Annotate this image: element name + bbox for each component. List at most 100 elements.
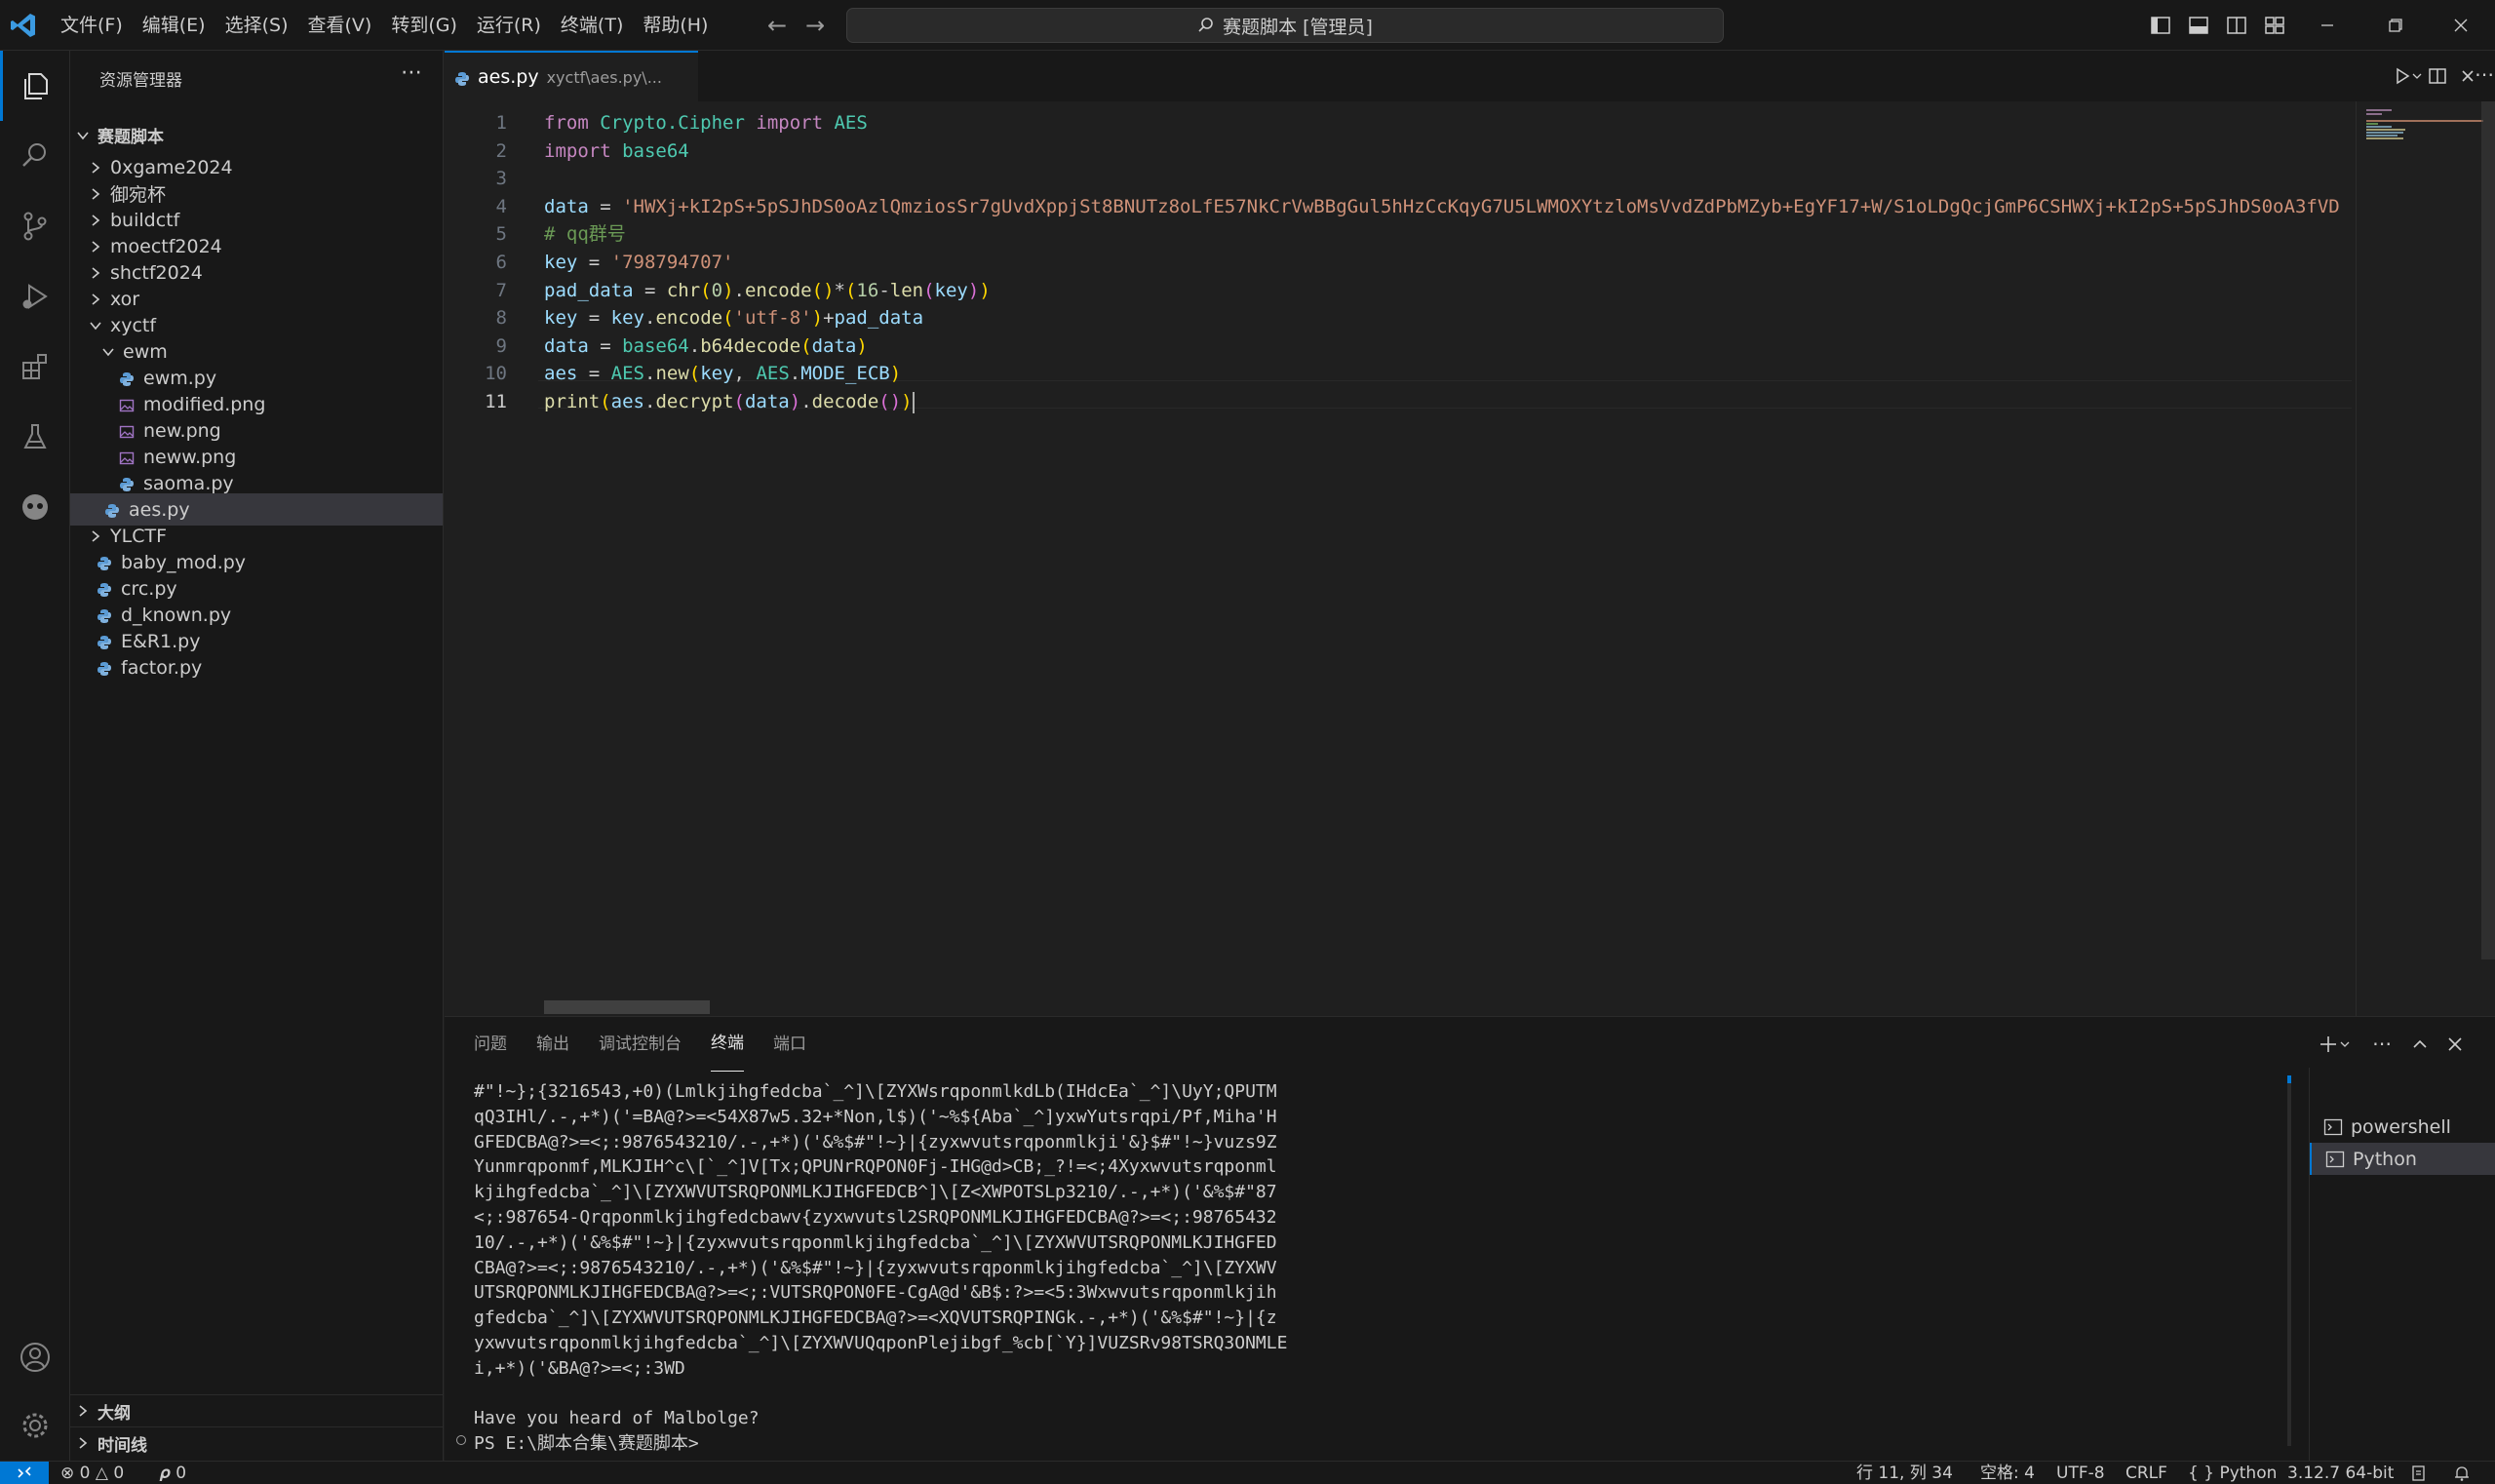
tree-item-label: shctf2024 [110,261,203,284]
terminal-dropdown-chevron-icon[interactable] [2338,1033,2352,1056]
tab-ports[interactable]: 端口 [773,1017,806,1072]
terminal-line: <;:987654-Qrqponmlkjihgfedcbawv{zyxwvuts… [474,1206,1277,1228]
token-variable: data [811,334,857,357]
customize-layout-icon[interactable] [2263,14,2286,37]
command-center-search[interactable]: 赛题脚本 [管理员] [846,8,1724,43]
testing-flask-icon[interactable] [0,402,70,472]
back-arrow-icon[interactable]: ← [763,12,791,39]
manage-gear-icon[interactable] [0,1390,70,1461]
problems-status[interactable]: ⊗ 0 △ 0 [60,1462,124,1484]
token-function: encode [744,279,812,301]
notifications-bell-icon[interactable] [2453,1462,2471,1484]
menu-edit[interactable]: 编辑(E) [133,0,215,51]
code-editor[interactable]: 1 from Crypto.Cipher import AES 2 import… [445,101,2356,1016]
menu-terminal[interactable]: 终端(T) [551,0,633,51]
tree-root-label: 赛题脚本 [97,128,164,147]
terminal-line: qQ3IHl/.-,+*)('=BA@?>=<54X87w5.32+*Non,l… [474,1106,1277,1127]
token-keyword: import [756,112,824,134]
menu-view[interactable]: 查看(V) [298,0,382,51]
menu-selection[interactable]: 选择(S) [215,0,298,51]
image-file-icon [119,423,135,439]
tree-item-label: crc.py [121,577,177,600]
language-mode[interactable]: { } Python [2188,1462,2277,1484]
menu-go[interactable]: 转到(G) [381,0,467,51]
editor-group: aes.py xyctf\aes.py\... ⋯ 1 from Crypto.… [445,51,2495,1016]
menu-run[interactable]: 运行(R) [467,0,551,51]
bottom-panel: 问题 输出 调试控制台 终端 端口 ⋯ #"!~};{3216543,+0)(L… [445,1016,2495,1462]
encoding-status[interactable]: UTF-8 [2056,1462,2105,1484]
tree-item-label: xor [110,288,140,310]
terminal-line: 10/.-,+*)('&%$#"!~}|{zyxwvutsrqponmlkjih… [474,1231,1277,1253]
token-module: AES [834,112,868,134]
editor-vertical-scrollbar[interactable] [2481,101,2495,959]
minimize-icon[interactable] [2293,0,2361,51]
tree-item-label: 御宛杯 [110,184,167,206]
terminal-line: UTSRQPONMLKJIHGFEDCBA@?>=<;:VUTSRQPON0FE… [474,1282,1277,1304]
python-file-icon [97,660,112,676]
ports-antenna-icon: 𝝆 [160,1464,171,1483]
terminal-icon [2323,1117,2343,1137]
remote-indicator-icon[interactable] [0,1462,49,1484]
close-window-icon[interactable] [2427,0,2495,51]
feedback-icon[interactable] [2410,1462,2428,1484]
restore-icon[interactable] [2361,0,2430,51]
source-control-icon[interactable] [0,191,70,261]
tab-output[interactable]: 输出 [536,1017,569,1072]
forward-arrow-icon[interactable]: → [801,12,829,39]
token-string: '798794707' [610,252,734,273]
line-number: 6 [495,252,507,273]
indentation-status[interactable]: 空格: 4 [1980,1462,2035,1484]
toggle-secondary-sidebar-icon[interactable] [2225,14,2248,37]
tab-debug-console[interactable]: 调试控制台 [599,1017,682,1072]
sidebar-title: 资源管理器 [99,71,182,91]
terminal-output[interactable]: #"!~};{3216543,+0)(Lmlkjihgfedcba`_^]\[Z… [456,1079,1741,1460]
token-variable: data [544,195,589,217]
menu-help[interactable]: 帮助(H) [633,0,718,51]
chevron-right-icon [87,238,104,255]
code-line: 10 aes = AES.new(key, AES.MODE_ECB) [445,360,2356,388]
new-terminal-plus-icon[interactable] [2317,1033,2340,1056]
eol-status[interactable]: CRLF [2125,1462,2167,1484]
accounts-icon[interactable] [0,1322,70,1392]
cursor-position[interactable]: 行 11, 列 34 [1856,1462,1953,1484]
outline-section[interactable]: 大纲 [70,1394,443,1426]
terminal-instance-python[interactable]: Python [2310,1143,2495,1175]
run-debug-icon[interactable] [0,261,70,332]
extensions-icon[interactable] [0,332,70,402]
timeline-section[interactable]: 时间线 [70,1426,443,1459]
chevron-right-icon [87,212,104,229]
ports-status[interactable]: 𝝆 0 [160,1462,186,1484]
more-actions-icon[interactable]: ⋯ [401,60,423,85]
toggle-panel-icon[interactable] [2187,14,2210,37]
editor-horizontal-scrollbar[interactable] [544,1000,710,1014]
token-variable: key [934,279,968,301]
tree-item-label: buildctf [110,209,180,231]
menu-file[interactable]: 文件(F) [51,0,133,51]
python-interpreter[interactable]: 3.12.7 64-bit [2287,1462,2394,1484]
run-dropdown-chevron-icon[interactable] [2410,64,2424,88]
editor-more-actions-icon[interactable]: ⋯ [2475,64,2495,88]
editor-tab-aes-py[interactable]: aes.py xyctf\aes.py\... [445,51,698,101]
explorer-icon[interactable] [0,51,70,121]
tab-problems[interactable]: 问题 [474,1017,507,1072]
tree-item-label: saoma.py [143,472,234,494]
search-icon[interactable] [0,121,70,191]
close-panel-icon[interactable] [2443,1033,2467,1056]
token-function: len [889,279,924,301]
tab-terminal[interactable]: 终端 [711,1017,744,1072]
terminal-instance-powershell[interactable]: powershell [2310,1111,2495,1143]
chevron-right-icon [87,185,104,203]
github-copilot-icon[interactable] [0,472,70,542]
tree-root-folder[interactable]: 赛题脚本 [70,119,443,151]
token-number: 0 [711,279,723,301]
tree-item-py[interactable]: factor.py [70,651,443,683]
terminal-scrollbar[interactable] [2287,1075,2291,1446]
maximize-panel-chevron-up-icon[interactable] [2408,1033,2432,1056]
split-editor-icon[interactable] [2426,64,2449,88]
token-module: Crypto.Cipher [600,112,745,134]
minimap[interactable] [2356,101,2495,1016]
python-file-icon [97,555,112,570]
panel-more-actions-icon[interactable]: ⋯ [2372,1033,2396,1056]
toggle-primary-sidebar-icon[interactable] [2149,14,2172,37]
outline-label: 大纲 [97,1403,131,1424]
